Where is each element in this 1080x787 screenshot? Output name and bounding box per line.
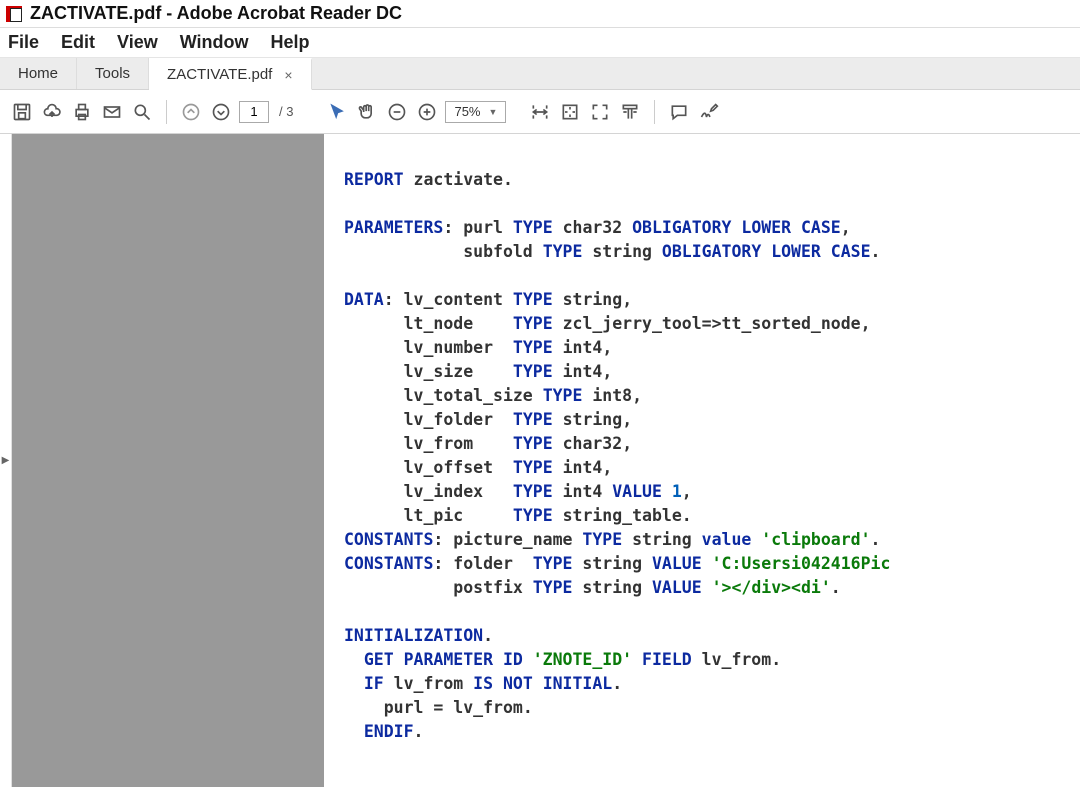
source-code: REPORT zactivate. PARAMETERS: purl TYPE … [344, 168, 1080, 744]
tab-strip: Home Tools ZACTIVATE.pdf × [0, 58, 1080, 90]
menu-bar: File Edit View Window Help [0, 28, 1080, 58]
page-up-icon[interactable] [179, 100, 203, 124]
separator [654, 100, 655, 124]
tab-home[interactable]: Home [0, 58, 77, 89]
content-area: ▶ REPORT zactivate. PARAMETERS: purl TYP… [0, 134, 1080, 787]
comment-icon[interactable] [667, 100, 691, 124]
separator [166, 100, 167, 124]
sidebar-toggle[interactable]: ▶ [0, 134, 12, 787]
hand-tool-icon[interactable] [355, 100, 379, 124]
page-down-icon[interactable] [209, 100, 233, 124]
print-icon[interactable] [70, 100, 94, 124]
menu-file[interactable]: File [8, 32, 39, 53]
menu-window[interactable]: Window [180, 32, 249, 53]
page-total-label: / 3 [279, 104, 293, 119]
page-margin [12, 134, 324, 787]
sign-icon[interactable] [697, 100, 721, 124]
fullscreen-icon[interactable] [588, 100, 612, 124]
close-icon[interactable]: × [284, 68, 292, 82]
cloud-icon[interactable] [40, 100, 64, 124]
menu-help[interactable]: Help [271, 32, 310, 53]
chevron-down-icon: ▼ [489, 107, 498, 117]
title-bar: ZACTIVATE.pdf - Adobe Acrobat Reader DC [0, 0, 1080, 28]
document-page: REPORT zactivate. PARAMETERS: purl TYPE … [324, 134, 1080, 787]
acrobat-icon [6, 6, 22, 22]
fit-width-icon[interactable] [528, 100, 552, 124]
toolbar: / 3 75% ▼ [0, 90, 1080, 134]
fit-page-icon[interactable] [558, 100, 582, 124]
zoom-in-icon[interactable] [415, 100, 439, 124]
save-icon[interactable] [10, 100, 34, 124]
menu-edit[interactable]: Edit [61, 32, 95, 53]
triangle-right-icon: ▶ [2, 455, 10, 466]
zoom-dropdown[interactable]: 75% ▼ [445, 101, 506, 123]
window-title: ZACTIVATE.pdf - Adobe Acrobat Reader DC [30, 3, 402, 24]
zoom-out-icon[interactable] [385, 100, 409, 124]
page-number-input[interactable] [239, 101, 269, 123]
menu-view[interactable]: View [117, 32, 158, 53]
select-tool-icon[interactable] [325, 100, 349, 124]
tab-tools[interactable]: Tools [77, 58, 149, 89]
read-mode-icon[interactable] [618, 100, 642, 124]
tab-document-label: ZACTIVATE.pdf [167, 66, 272, 83]
search-icon[interactable] [130, 100, 154, 124]
mail-icon[interactable] [100, 100, 124, 124]
zoom-value: 75% [454, 104, 480, 119]
tab-document[interactable]: ZACTIVATE.pdf × [149, 58, 312, 90]
